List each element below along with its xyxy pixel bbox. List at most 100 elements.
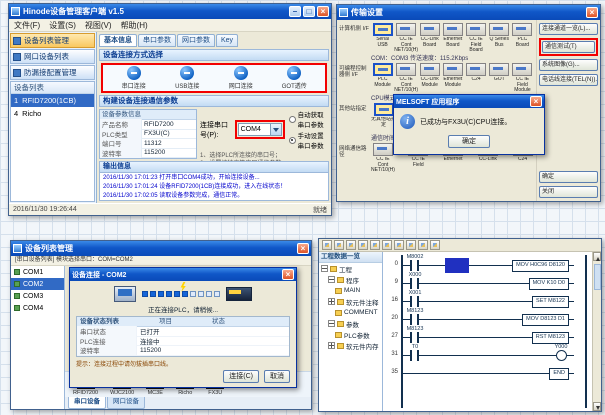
tab-basic-info[interactable]: 基本信息 <box>99 34 137 47</box>
comm-test-button[interactable]: 通信测试(T) <box>542 41 595 53</box>
mode-serial[interactable]: 串口连接 <box>108 66 160 90</box>
menu-help[interactable]: 帮助(H) <box>121 20 148 31</box>
tel-connect-button[interactable]: 电话线连接(TEL(N))... <box>539 74 598 86</box>
step-number: 16 <box>383 297 398 303</box>
ladder-rung-6[interactable]: 35 END <box>383 363 589 381</box>
tab-net-params[interactable]: 网口参数 <box>177 34 215 47</box>
tab-serial-params[interactable]: 串口参数 <box>138 34 176 47</box>
toolbar-icon[interactable] <box>382 240 392 250</box>
melsoft-titlebar[interactable]: MELSOFT 应用程序 × <box>394 95 544 108</box>
port-row-com3[interactable]: COM3 <box>11 290 64 302</box>
tab-net-devices[interactable]: 网口设备 <box>107 397 145 409</box>
scroll-up-icon[interactable] <box>593 252 601 261</box>
ladder-rung-5[interactable]: 31 T0 Y000 <box>383 345 589 363</box>
tree-item-comment-file[interactable]: COMMENT <box>319 307 382 318</box>
route-ccie[interactable]: CC IE Cont NET/10(H) <box>371 143 395 172</box>
if-cciefield-board[interactable]: CC IE Field Board <box>464 23 487 52</box>
expand-icon[interactable] <box>328 298 335 305</box>
close-icon[interactable]: × <box>282 269 294 280</box>
port-row-com4[interactable]: COM4 <box>11 302 64 314</box>
mode-usb[interactable]: USB连接 <box>161 66 213 90</box>
if-plc-board[interactable]: PLC Board <box>511 23 534 52</box>
minimize-icon[interactable]: – <box>289 6 301 17</box>
port-row-com1[interactable]: COM1 <box>11 266 64 278</box>
if-ccie-board[interactable]: CC IE Cont NET/10(H) Board <box>394 23 418 52</box>
com-port-select[interactable]: COM4 <box>238 123 282 136</box>
close-icon[interactable]: × <box>317 6 329 17</box>
expand-icon[interactable] <box>328 342 335 349</box>
ladder-rung-4[interactable]: 27 M8123 RST M8123 <box>383 327 589 345</box>
if-c24[interactable]: C24 <box>464 63 487 92</box>
if-cciefield-module[interactable]: CC IE Field Module <box>511 63 534 92</box>
radio-manual-params[interactable]: 手动设置串口参数 <box>289 130 329 150</box>
edit-cursor-cell[interactable] <box>445 258 469 273</box>
ladder-rung-2[interactable]: 16 X001 SET M8122 <box>383 291 589 309</box>
ladder-rung-3[interactable]: 20 M8123 MOV D8123 D1 <box>383 309 589 327</box>
toolbar-icon[interactable] <box>418 240 428 250</box>
channel-list-button[interactable]: 连接通道一览(L)... <box>539 23 598 35</box>
menu-view[interactable]: 视图(V) <box>85 20 112 31</box>
devlist-titlebar[interactable]: 设备列表管理 × <box>11 241 311 256</box>
system-image-button[interactable]: 系统图像(G)... <box>539 59 598 71</box>
menu-file[interactable]: 文件(F) <box>14 20 40 31</box>
radio-auto-params[interactable]: 自动获取串口参数 <box>289 109 329 129</box>
toolbar-icon[interactable] <box>358 240 368 250</box>
ok-button[interactable]: 确定 <box>539 171 598 183</box>
scroll-down-icon[interactable] <box>593 402 601 411</box>
sidebar-item-device-list[interactable]: 设备列表管理 <box>10 33 95 48</box>
connect-dialog-titlebar[interactable]: 设备连接 - COM2 × <box>70 268 296 281</box>
sidebar-item-net-devices[interactable]: 网口设备列表 <box>10 49 95 64</box>
tab-serial-devices[interactable]: 串口设备 <box>68 397 106 409</box>
if-ethernet-module[interactable]: Ethernet Module <box>441 63 464 92</box>
tree-item-main[interactable]: MAIN <box>319 285 382 296</box>
sidebar-item-leak-config[interactable]: 防漏接配置管理 <box>10 65 95 80</box>
tree-item-comment[interactable]: 软元件注释 <box>319 296 382 307</box>
if-ccie-module[interactable]: CC IE Cont NET/10(H) Module <box>394 63 418 92</box>
tree-item-plc-param[interactable]: PLC参数 <box>319 329 382 340</box>
if-got[interactable]: GOT <box>488 63 511 92</box>
toolbar-icon[interactable] <box>346 240 356 250</box>
melsoft-ok-button[interactable]: 确定 <box>448 135 490 148</box>
dialog-cancel-button[interactable]: 取消 <box>264 370 290 383</box>
if-cclink-module[interactable]: CC-Link Module <box>418 63 441 92</box>
if-cclink-board[interactable]: CC-Link Board <box>418 23 441 52</box>
menu-settings[interactable]: 设置(S) <box>49 20 76 31</box>
scrollbar-thumb[interactable] <box>594 264 601 290</box>
dialog-connect-button[interactable]: 连接(C) <box>223 370 259 383</box>
chevron-down-icon[interactable] <box>270 124 281 135</box>
toolbar-icon[interactable] <box>430 240 440 250</box>
ladder-rung-0[interactable]: 0 M8002 MOV H0C96 D8120 <box>383 255 589 273</box>
tree-item-project[interactable]: 工程 <box>319 263 382 274</box>
maximize-icon[interactable]: □ <box>303 6 315 17</box>
close-icon[interactable]: × <box>530 96 542 107</box>
hinode-titlebar[interactable]: Hinode设备管理客户端 v1.5 – □ × <box>9 4 331 19</box>
tree-item-param[interactable]: 参数 <box>319 318 382 329</box>
mode-ethernet[interactable]: 网口连接 <box>215 66 267 90</box>
if-qbus[interactable]: Q Series Bus <box>488 23 511 52</box>
close-button[interactable]: 关闭 <box>539 186 598 198</box>
transfer-titlebar[interactable]: 传输设置 × <box>337 5 600 20</box>
tree-item-program[interactable]: 程序 <box>319 274 382 285</box>
toolbar-icon[interactable] <box>370 240 380 250</box>
toolbar-icon[interactable] <box>394 240 404 250</box>
close-icon[interactable]: × <box>586 7 598 18</box>
collapse-icon[interactable] <box>321 265 328 272</box>
if-ethernet-board[interactable]: Ethernet Board <box>441 23 464 52</box>
tab-key[interactable]: Key <box>216 34 238 47</box>
toolbar-icon[interactable] <box>334 240 344 250</box>
toolbar-icon[interactable] <box>322 240 332 250</box>
tree-item-device-memory[interactable]: 软元件内存 <box>319 340 382 351</box>
device-row-selected[interactable]: 1 RFID7200(1CB) <box>11 94 94 107</box>
port-icon <box>14 305 20 311</box>
if-plc-module[interactable]: PLC Module <box>371 63 394 92</box>
ladder-scrollbar[interactable] <box>592 252 601 411</box>
collapse-icon[interactable] <box>328 276 335 283</box>
mode-got[interactable]: GOT透传 <box>268 66 320 90</box>
if-serial-usb[interactable]: Serial USB <box>371 23 394 52</box>
port-row-com2[interactable]: COM2 <box>11 278 64 290</box>
toolbar-icon[interactable] <box>406 240 416 250</box>
collapse-icon[interactable] <box>328 320 335 327</box>
device-row[interactable]: 4 Richo <box>11 107 94 120</box>
close-icon[interactable]: × <box>297 243 309 254</box>
ladder-rung-1[interactable]: 9 X000 MOV K10 D0 <box>383 273 589 291</box>
